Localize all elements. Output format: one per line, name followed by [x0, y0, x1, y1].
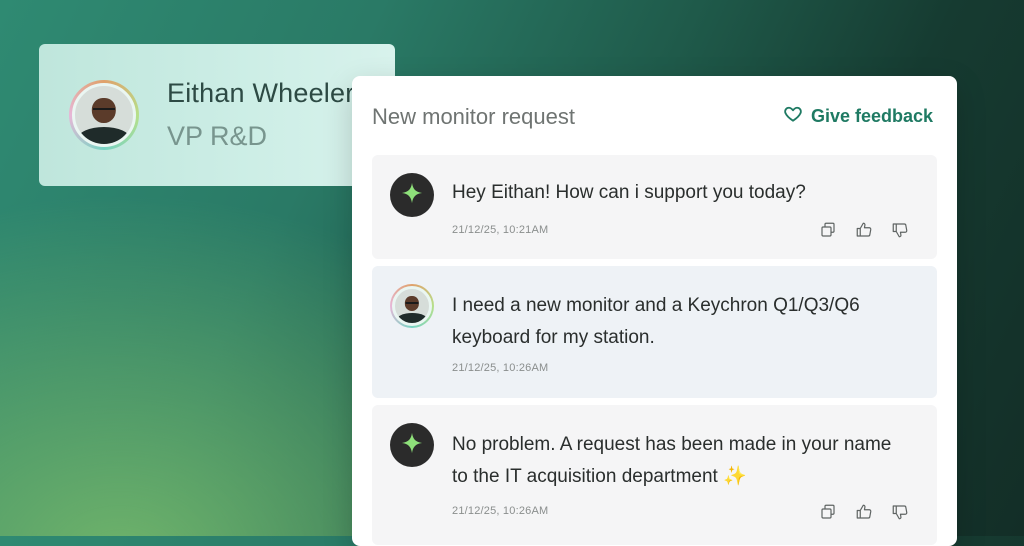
heart-icon — [783, 104, 803, 129]
sparkle-icon — [401, 432, 423, 459]
chat-message-user: I need a new monitor and a Keychron Q1/Q… — [372, 266, 937, 398]
message-text: Hey Eithan! How can i support you today? — [452, 182, 806, 203]
give-feedback-label: Give feedback — [810, 106, 933, 126]
thumbs-down-icon[interactable] — [891, 503, 909, 521]
message-actions — [819, 503, 909, 521]
profile-role: VP R&D — [167, 121, 268, 151]
chat-title: New monitor request — [372, 104, 575, 129]
message-timestamp: 21/12/25, 10:26AM — [452, 362, 549, 374]
profile-avatar — [69, 80, 139, 150]
message-actions — [819, 221, 909, 239]
message-text: I need a new monitor and a Keychron Q1/Q… — [452, 295, 860, 348]
give-feedback-button[interactable]: Give feedback — [783, 104, 933, 129]
chat-panel: New monitor request Give feedback Hey Ei… — [352, 76, 957, 546]
assistant-avatar — [390, 173, 434, 217]
message-timestamp: 21/12/25, 10:21AM — [452, 224, 549, 236]
thumbs-down-icon[interactable] — [891, 221, 909, 239]
user-avatar — [390, 284, 434, 328]
copy-icon[interactable] — [819, 503, 837, 521]
sparkle-icon — [401, 182, 423, 209]
chat-message-assistant: Hey Eithan! How can i support you today?… — [372, 155, 937, 259]
thumbs-up-icon[interactable] — [855, 221, 873, 239]
profile-card: Eithan Wheeler VP R&D — [39, 44, 395, 186]
assistant-avatar — [390, 423, 434, 467]
message-timestamp: 21/12/25, 10:26AM — [452, 505, 549, 517]
thumbs-up-icon[interactable] — [855, 503, 873, 521]
copy-icon[interactable] — [819, 221, 837, 239]
message-text: No problem. A request has been made in y… — [452, 434, 892, 487]
profile-name: Eithan Wheeler — [167, 78, 355, 108]
chat-message-assistant: No problem. A request has been made in y… — [372, 405, 937, 545]
